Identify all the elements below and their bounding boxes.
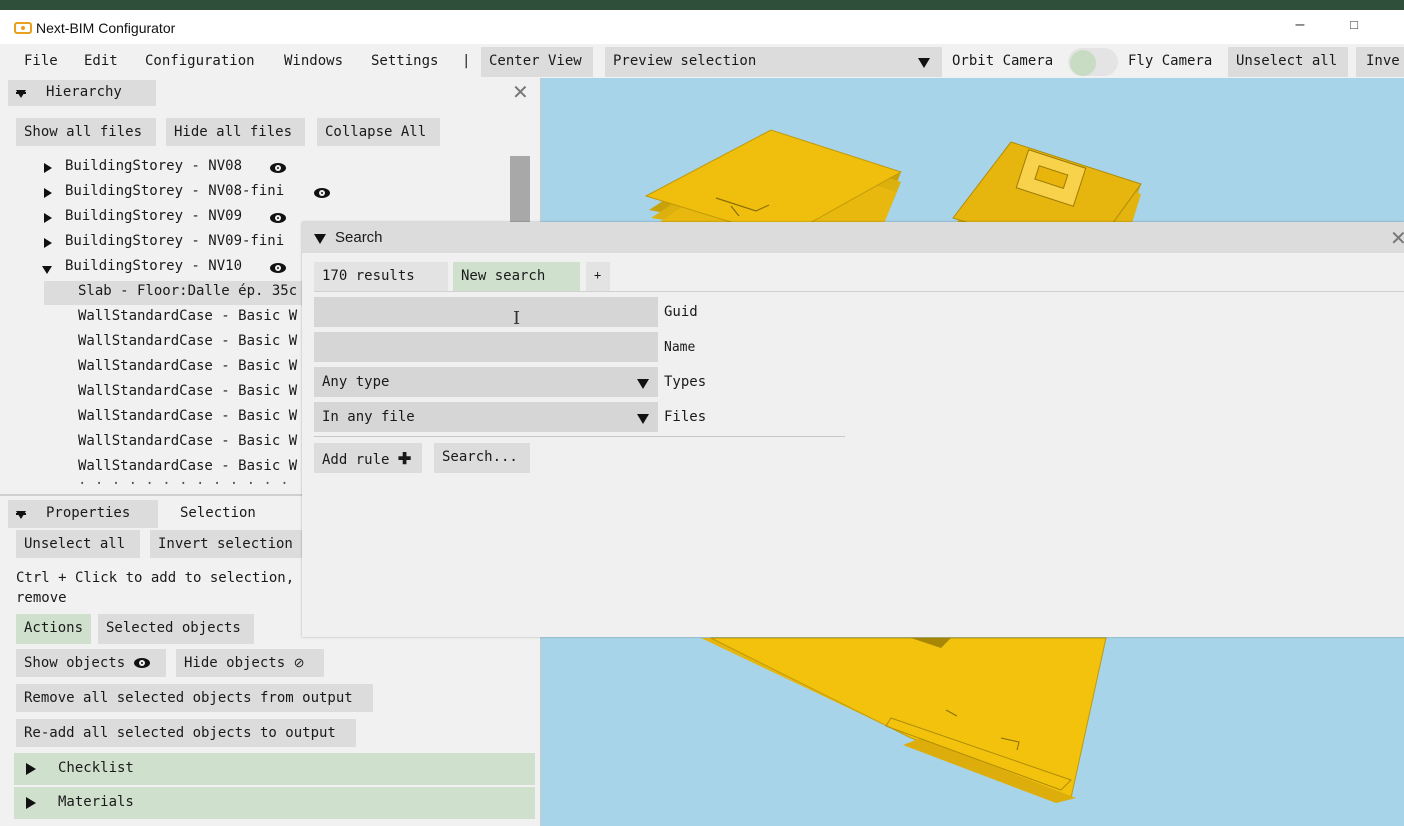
text-cursor-icon: I <box>513 308 521 329</box>
hide-objects-label: Hide objects <box>184 655 286 671</box>
readd-all-to-output-button[interactable]: Re-add all selected objects to output <box>16 719 356 747</box>
types-dropdown-icon <box>637 377 649 393</box>
tree-row[interactable]: BuildingStorey - NV08 <box>65 158 242 174</box>
eye-icon[interactable] <box>270 260 286 276</box>
guid-input[interactable] <box>314 297 658 327</box>
search-title: Search <box>335 229 383 246</box>
invert-selection-menu-button[interactable]: Inve <box>1366 53 1400 69</box>
types-select-value: Any type <box>322 374 390 390</box>
search-collapse-icon[interactable] <box>314 232 326 248</box>
title-bar <box>0 10 1404 44</box>
selected-objects-tab[interactable]: Selected objects <box>98 614 254 644</box>
menu-settings[interactable]: Settings <box>371 53 438 69</box>
remove-all-from-output-button[interactable]: Remove all selected objects from output <box>16 684 373 712</box>
tree-expand-icon[interactable] <box>44 186 52 202</box>
tree-child-row[interactable]: WallStandardCase - Basic W <box>78 383 297 399</box>
tree-child-row[interactable]: WallStandardCase - Basic W <box>78 458 297 474</box>
add-rule-button[interactable]: Add rule ✚ <box>314 443 422 473</box>
tree-expand-icon[interactable] <box>44 236 52 252</box>
menu-separator: | <box>462 53 471 69</box>
center-view-button[interactable]: Center View <box>489 53 582 69</box>
search-submit-button[interactable]: Search... <box>434 443 530 473</box>
files-dropdown-icon <box>637 412 649 428</box>
tree-expand-icon[interactable] <box>44 211 52 227</box>
hide-objects-button[interactable]: Hide objects ⊘ <box>176 649 324 677</box>
actions-tab[interactable]: Actions <box>16 614 92 644</box>
guid-label: Guid <box>664 304 698 320</box>
tree-expand-icon[interactable] <box>44 161 52 177</box>
tree-scrollbar-thumb[interactable] <box>510 156 530 222</box>
results-tab[interactable]: 170 results <box>314 262 448 292</box>
types-label: Types <box>664 374 707 390</box>
tree-collapse-icon[interactable] <box>42 262 52 278</box>
search-form-divider <box>314 436 845 437</box>
eye-icon[interactable] <box>270 210 286 226</box>
name-input[interactable] <box>314 332 658 362</box>
menu-windows[interactable]: Windows <box>284 53 343 69</box>
materials-label: Materials <box>58 794 134 810</box>
tree-row[interactable]: BuildingStorey - NV09-fini <box>65 233 284 249</box>
hide-all-files-button[interactable]: Hide all files <box>166 118 305 146</box>
files-label: Files <box>664 409 707 425</box>
unselect-all-button[interactable]: Unselect all <box>16 530 140 558</box>
invert-selection-button[interactable]: Invert selection <box>150 530 302 558</box>
new-search-tab[interactable]: New search <box>453 262 580 292</box>
properties-collapse-bar <box>16 513 26 515</box>
show-all-files-button[interactable]: Show all files <box>16 118 156 146</box>
tree-row[interactable]: BuildingStorey - NV09 <box>65 208 242 224</box>
eye-icon[interactable] <box>270 160 286 176</box>
maximize-button[interactable]: □ <box>1345 17 1363 37</box>
properties-collapse-icon[interactable] <box>16 507 26 523</box>
hierarchy-collapse-icon[interactable] <box>16 86 26 102</box>
hierarchy-collapse-bar <box>16 92 26 94</box>
files-select-value: In any file <box>322 409 415 425</box>
tree-child-row[interactable]: WallStandardCase - Basic W <box>78 408 297 424</box>
search-close-icon[interactable]: ✕ <box>1390 226 1404 251</box>
properties-tab-label: Properties <box>46 505 131 521</box>
eye-icon <box>133 658 150 668</box>
tree-row[interactable]: BuildingStorey - NV08-fini <box>65 183 284 199</box>
add-rule-label: Add rule <box>322 452 390 468</box>
window-top-strip <box>0 0 1404 10</box>
show-objects-button[interactable]: Show objects <box>16 649 166 677</box>
window-title: Next-BIM Configurator <box>36 20 176 36</box>
eye-slash-icon: ⊘ <box>293 655 305 670</box>
checklist-label: Checklist <box>58 760 134 776</box>
selection-hint-line1: Ctrl + Click to add to selection, <box>16 570 295 586</box>
search-tab-divider <box>314 291 1404 292</box>
tree-row[interactable]: BuildingStorey - NV10 <box>65 258 242 274</box>
hierarchy-close-icon[interactable]: ✕ <box>512 80 529 105</box>
camera-toggle-knob <box>1070 50 1096 76</box>
slab-stack-bottom <box>701 637 1107 803</box>
tree-child-row[interactable]: WallStandardCase - Basic W <box>78 358 297 374</box>
dropdown-arrow-icon <box>918 56 930 72</box>
add-search-tab-button[interactable]: + <box>586 262 610 292</box>
app-logo-icon <box>14 22 32 34</box>
minimize-button[interactable]: – <box>1290 16 1310 38</box>
collapse-all-button[interactable]: Collapse All <box>317 118 440 146</box>
orbit-camera-label: Orbit Camera <box>952 53 1054 69</box>
menu-edit[interactable]: Edit <box>84 53 118 69</box>
menu-file[interactable]: File <box>24 53 58 69</box>
materials-expand-icon <box>26 797 36 813</box>
tree-cutoff-row: . . . . . . . . . . . . . <box>78 478 289 486</box>
preview-selection-label: Preview selection <box>613 53 757 69</box>
menu-configuration[interactable]: Configuration <box>145 53 255 69</box>
name-label: Name <box>664 340 696 355</box>
selection-tab[interactable]: Selection <box>180 505 256 521</box>
tree-child-row[interactable]: WallStandardCase - Basic W <box>78 308 297 324</box>
plus-icon: ✚ <box>397 451 412 468</box>
tree-child-row[interactable]: WallStandardCase - Basic W <box>78 433 297 449</box>
fly-camera-label: Fly Camera <box>1128 53 1213 69</box>
tree-child-row[interactable]: Slab - Floor:Dalle ép. 35c <box>78 283 297 299</box>
tree-child-row[interactable]: WallStandardCase - Basic W <box>78 333 297 349</box>
search-panel-header[interactable] <box>302 222 1404 253</box>
checklist-expand-icon <box>26 763 36 779</box>
show-objects-label: Show objects <box>24 655 126 671</box>
eye-icon[interactable] <box>314 185 330 201</box>
unselect-all-menu-button[interactable]: Unselect all <box>1236 53 1337 69</box>
selection-hint-line2: remove <box>16 590 67 606</box>
hierarchy-title: Hierarchy <box>46 84 122 100</box>
